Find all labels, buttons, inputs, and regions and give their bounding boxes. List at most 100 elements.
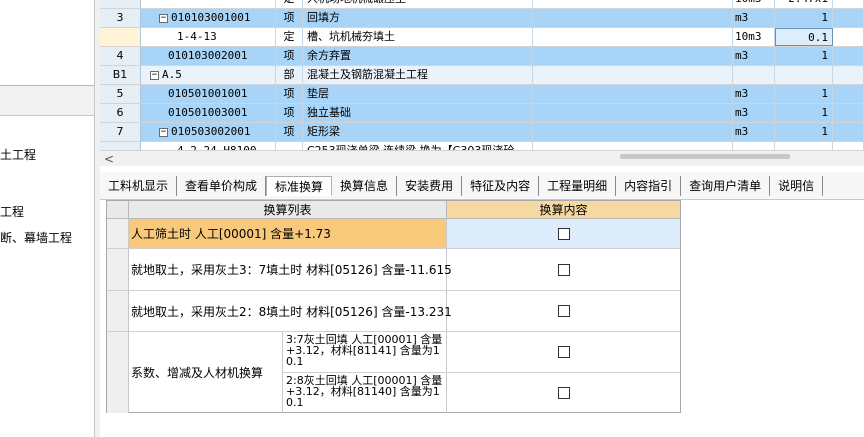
tree-item-earthwork[interactable]: 土工程 bbox=[0, 146, 36, 163]
conversion-checkbox-cell[interactable] bbox=[447, 291, 680, 331]
name-cell[interactable]: 槽、坑机械夯填土 bbox=[303, 28, 533, 46]
code-text: 010501003001 bbox=[168, 106, 248, 119]
quantity-cell[interactable]: 1 bbox=[775, 123, 833, 141]
tree-item-engineering[interactable]: 工程 bbox=[0, 203, 24, 220]
name-cell[interactable]: 垫层 bbox=[303, 85, 533, 103]
name-cell[interactable]: 余方弃置 bbox=[303, 47, 533, 65]
name-cell[interactable]: 矩形梁 bbox=[303, 123, 533, 141]
unit-cell[interactable]: m3 bbox=[733, 47, 775, 65]
spec-cell[interactable] bbox=[533, 104, 733, 122]
bill-grid: 定人机场地机械碾压土10m32.47x13−010103001001项回填方m3… bbox=[100, 0, 864, 150]
type-cell: 项 bbox=[276, 9, 303, 27]
unit-cell[interactable] bbox=[733, 66, 775, 84]
collapse-toggle-icon[interactable]: − bbox=[159, 127, 168, 137]
spec-cell[interactable] bbox=[533, 123, 733, 141]
spec-cell[interactable] bbox=[533, 85, 733, 103]
grid-row[interactable]: 7−010503002001 项矩形梁 m3 1 bbox=[100, 123, 864, 142]
quantity-cell[interactable]: 1 bbox=[775, 9, 833, 27]
name-cell[interactable]: 人机场地机械碾压土 bbox=[303, 0, 533, 8]
row-number-cell: 5 bbox=[100, 85, 141, 103]
horizontal-scrollbar[interactable]: < bbox=[100, 150, 864, 166]
name-cell[interactable]: 独立基础 bbox=[303, 104, 533, 122]
unit-cell[interactable] bbox=[733, 142, 775, 150]
quantity-cell[interactable]: 1 bbox=[775, 104, 833, 122]
header-conversion-list: 换算列表 bbox=[129, 201, 447, 219]
code-cell[interactable]: 1-4-13 bbox=[141, 28, 276, 46]
quantity-cell[interactable]: 0.1 bbox=[775, 28, 833, 46]
grid-row[interactable]: B1− A.5 部混凝土及钢筋混凝土工程 bbox=[100, 66, 864, 85]
conversion-option-checkbox-cell[interactable] bbox=[447, 332, 680, 372]
tab-item[interactable]: 查看单价构成 bbox=[177, 175, 267, 196]
conversion-checkbox[interactable] bbox=[557, 387, 570, 399]
spec-cell[interactable] bbox=[533, 47, 733, 65]
spec-cell[interactable] bbox=[533, 66, 733, 84]
code-cell[interactable]: 4-2-24 H8100 bbox=[141, 142, 276, 150]
unit-cell[interactable]: 10m3 bbox=[733, 0, 775, 8]
collapse-toggle-icon[interactable]: − bbox=[159, 13, 168, 23]
grid-row[interactable]: 3−010103001001 项回填方 m3 1 bbox=[100, 9, 864, 28]
tab-item[interactable]: 换算信息 bbox=[332, 175, 398, 196]
tab-item[interactable]: 工料机显示 bbox=[100, 175, 178, 196]
scrollbar-thumb[interactable] bbox=[620, 154, 790, 159]
tab-item[interactable]: 内容指引 bbox=[616, 175, 682, 196]
grid-row[interactable]: 4-2-24 H8100 C253现浇单梁 连续梁 换为【C303现浇砼 bbox=[100, 142, 864, 150]
conversion-group-row: 系数、增减及人材机换算 3:7灰土回填 人工[00001] 含量+3.12，材料… bbox=[107, 332, 680, 413]
spec-cell[interactable] bbox=[533, 28, 733, 46]
quantity-cell[interactable] bbox=[775, 66, 833, 84]
name-cell[interactable]: 回填方 bbox=[303, 9, 533, 27]
code-cell[interactable]: −010503002001 bbox=[141, 123, 276, 141]
conversion-row[interactable]: 就地取土，采用灰土3：7填土时 材料[05126] 含量-11.615 bbox=[107, 249, 680, 291]
name-cell[interactable]: C253现浇单梁 连续梁 换为【C303现浇砼 bbox=[303, 142, 533, 150]
scroll-left-arrow-icon[interactable]: < bbox=[104, 152, 114, 166]
extra-cell bbox=[833, 142, 864, 150]
left-tree-pane: 土工程 工程 断、幕墙工程 bbox=[0, 0, 100, 437]
name-cell[interactable]: 混凝土及钢筋混凝土工程 bbox=[303, 66, 533, 84]
tab-item[interactable]: 查询用户清单 bbox=[681, 175, 771, 196]
unit-cell[interactable]: m3 bbox=[733, 85, 775, 103]
type-cell: 部 bbox=[276, 66, 303, 84]
grid-row[interactable]: 5 010501001001 项垫层 m3 1 bbox=[100, 85, 864, 104]
conversion-checkbox-cell[interactable] bbox=[447, 249, 680, 290]
code-cell[interactable] bbox=[141, 0, 276, 8]
conversion-label: 就地取土，采用灰土2：8填土时 材料[05126] 含量-13.231 bbox=[129, 291, 452, 331]
grid-row[interactable]: 定人机场地机械碾压土 10m32.47x1 bbox=[100, 0, 864, 9]
conversion-checkbox[interactable] bbox=[557, 227, 570, 240]
unit-cell[interactable]: m3 bbox=[733, 104, 775, 122]
quantity-cell[interactable]: 1 bbox=[775, 47, 833, 65]
unit-cell[interactable]: 10m3 bbox=[733, 28, 775, 46]
quantity-cell[interactable] bbox=[775, 142, 833, 150]
grid-row[interactable]: 1-4-13 定槽、坑机械夯填土 10m3 0.1 bbox=[100, 28, 864, 47]
row-index-cell bbox=[107, 219, 129, 248]
row-index-cell bbox=[107, 332, 129, 413]
code-cell[interactable]: − A.5 bbox=[141, 66, 276, 84]
grid-row[interactable]: 6 010501003001 项独立基础 m3 1 bbox=[100, 104, 864, 123]
unit-cell[interactable]: m3 bbox=[733, 123, 775, 141]
unit-cell[interactable]: m3 bbox=[733, 9, 775, 27]
grid-row[interactable]: 4 010103002001 项余方弃置 m3 1 bbox=[100, 47, 864, 66]
quantity-cell[interactable]: 2.47x1 bbox=[775, 0, 833, 8]
conversion-label: 人工筛土时 人工[00001] 含量+1.73 bbox=[129, 219, 447, 248]
collapse-toggle-icon[interactable]: − bbox=[150, 70, 159, 80]
conversion-option-checkbox-cell[interactable] bbox=[447, 373, 680, 413]
code-cell[interactable]: 010501003001 bbox=[141, 104, 276, 122]
spec-cell[interactable] bbox=[533, 0, 733, 8]
code-cell[interactable]: −010103001001 bbox=[141, 9, 276, 27]
tab-item[interactable]: 安装费用 bbox=[397, 175, 463, 196]
tab-item[interactable]: 标准换算 bbox=[266, 175, 333, 196]
spec-cell[interactable] bbox=[533, 142, 733, 150]
code-cell[interactable]: 010501001001 bbox=[141, 85, 276, 103]
conversion-row[interactable]: 就地取土，采用灰土2：8填土时 材料[05126] 含量-13.231 bbox=[107, 291, 680, 332]
conversion-checkbox[interactable] bbox=[557, 263, 570, 276]
spec-cell[interactable] bbox=[533, 9, 733, 27]
tree-item-curtain-wall[interactable]: 断、幕墙工程 bbox=[0, 229, 72, 246]
tab-item[interactable]: 说明信 bbox=[770, 175, 824, 196]
extra-cell bbox=[833, 0, 864, 8]
code-cell[interactable]: 010103002001 bbox=[141, 47, 276, 65]
conversion-checkbox[interactable] bbox=[557, 305, 570, 317]
tab-item[interactable]: 工程量明细 bbox=[539, 175, 617, 196]
conversion-row[interactable]: 人工筛土时 人工[00001] 含量+1.73 bbox=[107, 219, 680, 249]
tab-item[interactable]: 特征及内容 bbox=[462, 175, 540, 196]
conversion-checkbox[interactable] bbox=[557, 346, 570, 358]
quantity-cell[interactable]: 1 bbox=[775, 85, 833, 103]
conversion-checkbox-cell[interactable] bbox=[447, 219, 680, 248]
